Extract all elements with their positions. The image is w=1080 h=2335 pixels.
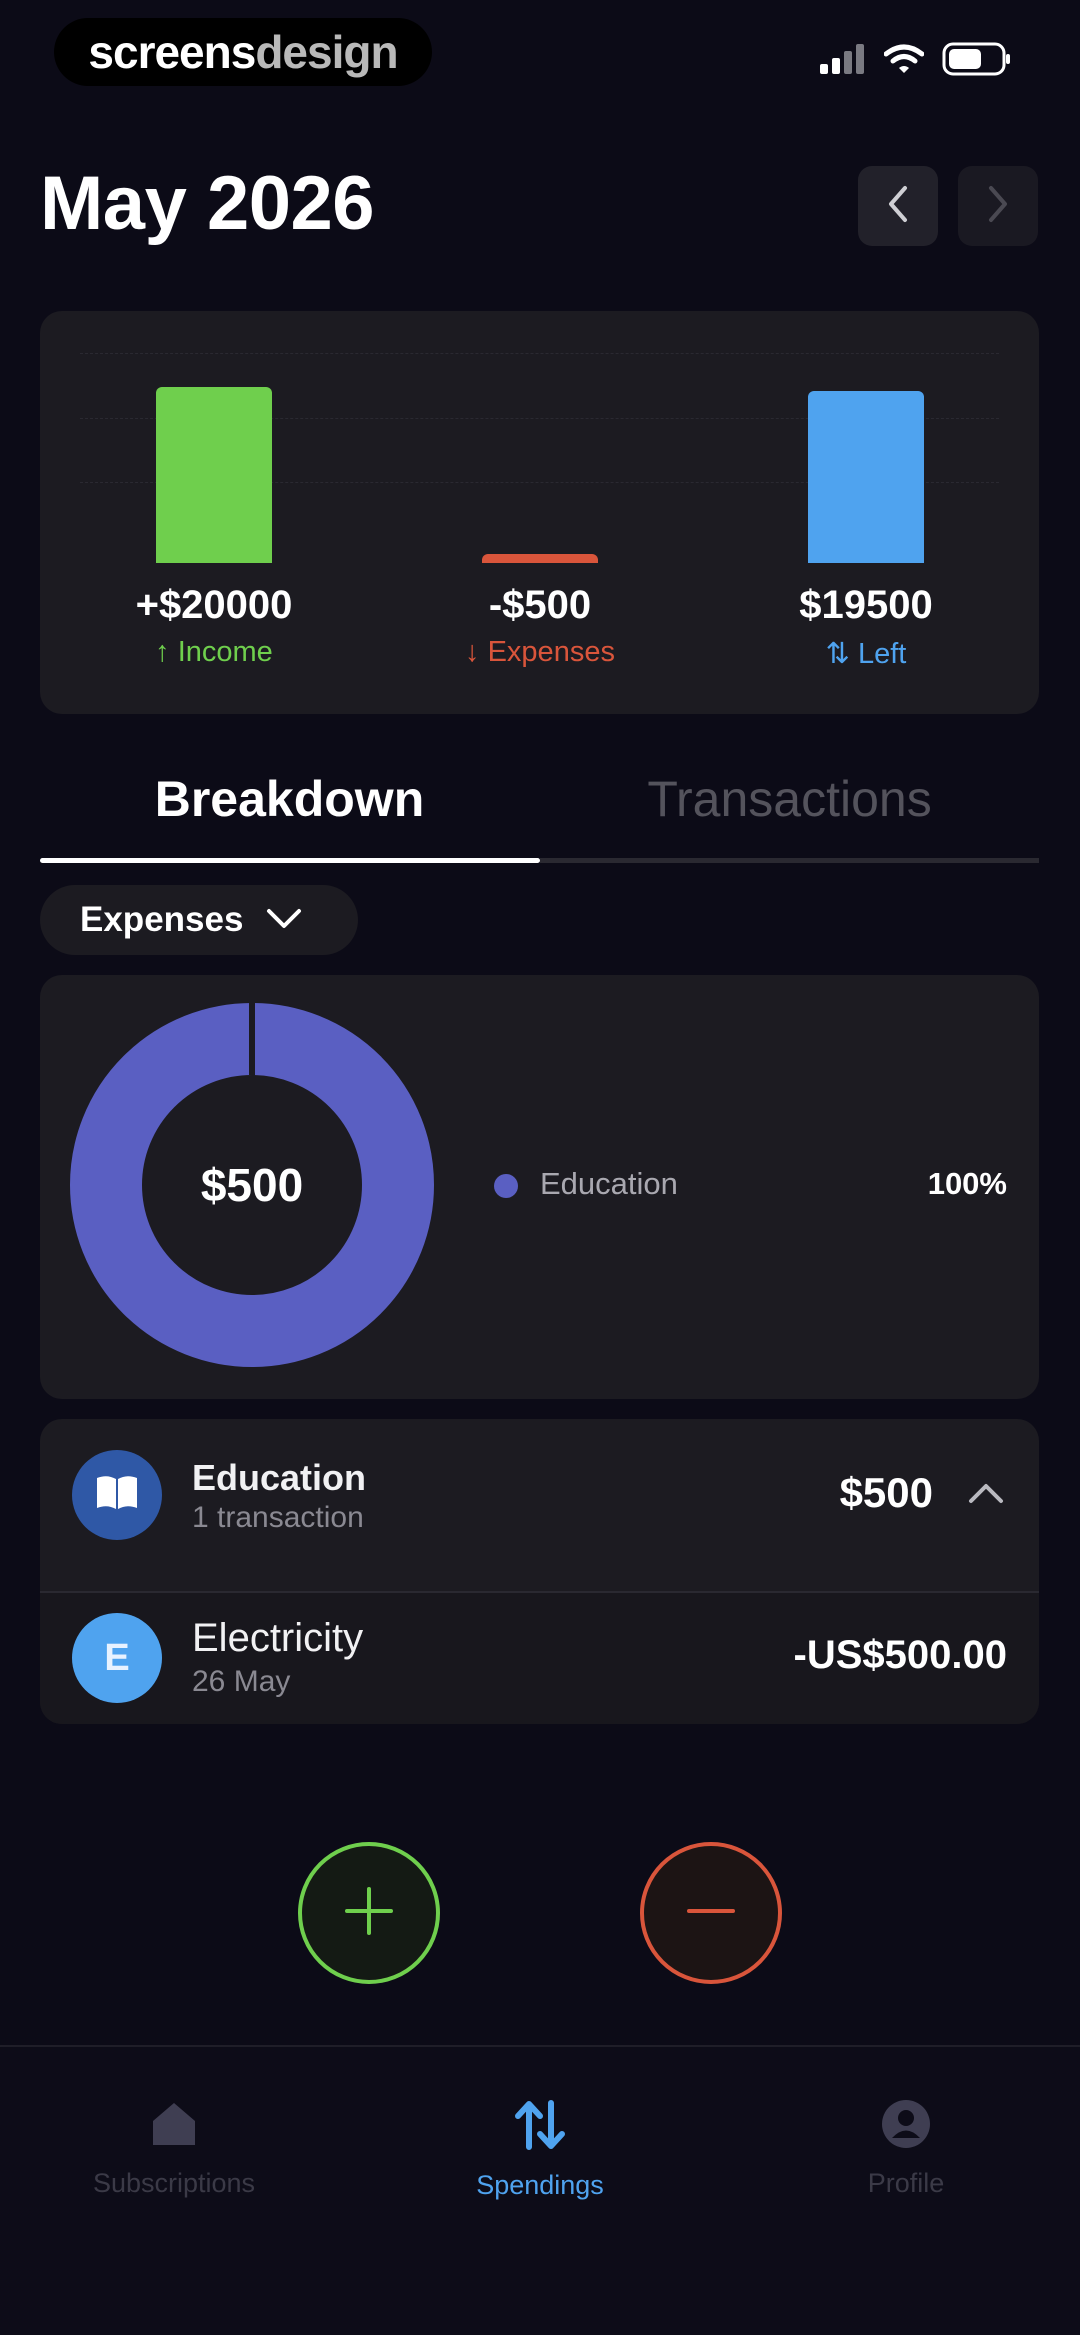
tab-track [540, 858, 1039, 863]
chevron-left-icon [883, 184, 913, 229]
income-summary: +$20000 ↑ Income [94, 583, 334, 669]
bottom-navigation: Subscriptions Spendings Profile [0, 2045, 1080, 2335]
nav-item-profile[interactable]: Profile [756, 2099, 1056, 2199]
book-icon [94, 1474, 140, 1517]
tab-bar: Breakdown Transactions [40, 770, 1039, 864]
arrows-up-down-icon [513, 2100, 567, 2155]
left-bar [808, 391, 924, 563]
expenses-summary: -$500 ↓ Expenses [420, 583, 660, 669]
tab-breakdown[interactable]: Breakdown [40, 770, 539, 828]
nav-item-spendings[interactable]: Spendings [390, 2099, 690, 2201]
add-income-button[interactable] [298, 1842, 440, 1984]
brand-logo: screens design [54, 18, 432, 86]
income-label: ↑ Income [155, 636, 273, 668]
wifi-icon [883, 44, 925, 79]
transaction-title: Electricity [192, 1616, 364, 1660]
previous-month-button[interactable] [858, 166, 938, 246]
signal-icon [820, 44, 866, 79]
category-amount: $500 [839, 1469, 933, 1516]
transaction-date: 26 May [192, 1665, 291, 1698]
category-avatar [72, 1450, 162, 1540]
add-expense-button[interactable] [640, 1842, 782, 1984]
left-label: ⇅ Left [825, 638, 907, 670]
plus-icon [343, 1885, 395, 1942]
expenses-value: -$500 [488, 583, 592, 627]
nav-label-subscriptions: Subscriptions [92, 2168, 256, 2198]
category-header[interactable]: Education 1 transaction $500 [40, 1419, 1039, 1591]
transaction-amount: -US$500.00 [793, 1633, 1007, 1677]
chevron-down-icon [243, 900, 303, 940]
active-tab-indicator [40, 858, 540, 863]
battery-icon [942, 42, 1012, 81]
grid-line [80, 353, 999, 354]
status-icons [820, 42, 1012, 81]
filter-label: Expenses [80, 900, 244, 939]
user-icon [881, 2100, 931, 2153]
legend-label-education: Education [540, 1166, 678, 1201]
nav-label-profile: Profile [867, 2168, 945, 2198]
minus-icon [685, 1885, 737, 1942]
tab-transactions[interactable]: Transactions [540, 770, 1039, 828]
chevron-up-icon[interactable] [967, 1481, 1005, 1510]
income-bar [156, 387, 272, 563]
page-title: May 2026 [40, 161, 375, 246]
type-filter-dropdown[interactable]: Expenses [40, 885, 358, 955]
expenses-label: ↓ Expenses [465, 636, 615, 668]
left-summary: $19500 ⇅ Left [746, 583, 986, 671]
category-card: Education 1 transaction $500 E Electrici… [40, 1419, 1039, 1724]
legend-percent-education: 100% [927, 1166, 1007, 1201]
summary-card: +$20000 ↑ Income -$500 ↓ Expenses $19500… [40, 311, 1039, 714]
nav-item-subscriptions[interactable]: Subscriptions [24, 2099, 324, 2199]
nav-label-spendings: Spendings [476, 2170, 604, 2200]
income-value: +$20000 [135, 583, 293, 627]
chevron-right-icon [983, 184, 1013, 229]
donut-total: $500 [200, 1159, 304, 1211]
next-month-button[interactable] [958, 166, 1038, 246]
brand-text-screens: screens [88, 26, 256, 78]
transaction-avatar: E [72, 1613, 162, 1703]
home-icon [149, 2103, 199, 2153]
category-title: Education [192, 1457, 367, 1498]
expenses-bar [482, 554, 598, 563]
left-value: $19500 [799, 583, 933, 627]
category-subtitle: 1 transaction [192, 1501, 364, 1534]
legend-dot-education [494, 1174, 518, 1198]
breakdown-card: $500 Education 100% [40, 975, 1039, 1399]
status-bar: screens design [0, 0, 1080, 110]
brand-text-design: design [255, 26, 398, 78]
